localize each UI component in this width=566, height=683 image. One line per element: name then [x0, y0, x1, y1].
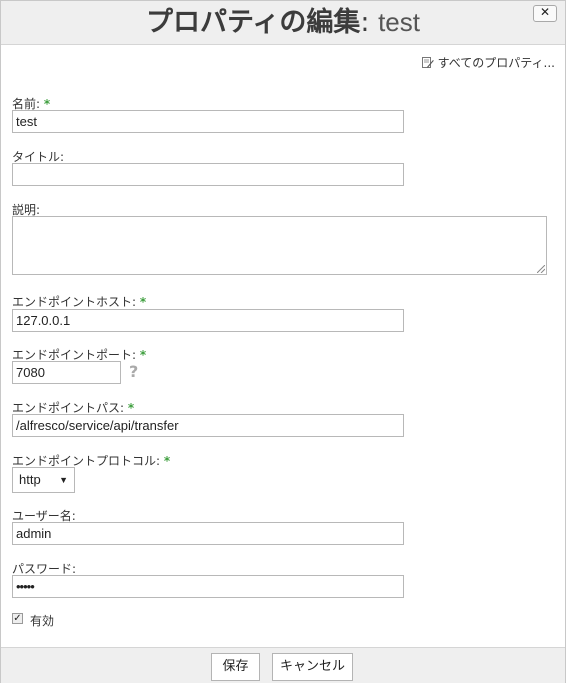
dialog-title-colon: : [360, 7, 379, 38]
resize-grip-icon[interactable] [537, 265, 545, 273]
dropdown-arrow-icon: ▼ [59, 475, 68, 485]
endpoint-protocol-select[interactable]: http ▼ [12, 467, 75, 493]
endpoint-host-label-text: エンドポイントホスト: [12, 295, 137, 309]
enabled-checkbox[interactable]: ✓ [12, 613, 23, 624]
endpoint-protocol-label-text: エンドポイントプロトコル: [12, 454, 161, 468]
required-marker: * [127, 401, 135, 415]
description-textarea[interactable] [12, 216, 547, 275]
name-label-text: 名前: [12, 97, 41, 111]
endpoint-host-input[interactable]: 127.0.0.1 [12, 309, 404, 332]
endpoint-path-label-text: エンドポイントパス: [12, 401, 125, 415]
dialog-header: プロパティの編集: test ✕ [1, 1, 565, 45]
required-marker: * [139, 348, 147, 362]
username-input[interactable]: admin [12, 522, 404, 545]
dialog-footer: 保存 キャンセル [1, 647, 565, 683]
dialog-title-main: プロパティの編集 [146, 7, 361, 38]
password-input[interactable]: ••••• [12, 575, 404, 598]
required-marker: * [139, 295, 147, 309]
close-button[interactable]: ✕ [533, 5, 557, 22]
save-button[interactable]: 保存 [211, 653, 260, 681]
required-marker: * [43, 97, 51, 111]
dialog-title-name: test [378, 7, 420, 37]
all-properties-label: すべてのプロパティ... [437, 56, 555, 70]
title-input[interactable] [12, 163, 404, 186]
edit-properties-dialog: プロパティの編集: test ✕ すべてのプロパティ... 名前: * test… [0, 0, 566, 683]
endpoint-host-label: エンドポイントホスト: * [12, 293, 146, 310]
edit-icon [421, 57, 434, 68]
cancel-button[interactable]: キャンセル [272, 653, 353, 681]
help-icon[interactable]: ? [129, 362, 138, 381]
dialog-title: プロパティの編集: test [146, 5, 420, 40]
endpoint-protocol-value: http [19, 472, 41, 487]
endpoint-port-input[interactable]: 7080 [12, 361, 121, 384]
endpoint-port-label-text: エンドポイントポート: [12, 348, 137, 362]
all-properties-link[interactable]: すべてのプロパティ... [421, 54, 555, 71]
endpoint-path-input[interactable]: /alfresco/service/api/transfer [12, 414, 404, 437]
name-input[interactable]: test [12, 110, 404, 133]
required-marker: * [163, 454, 171, 468]
enabled-label: 有効 [30, 614, 55, 628]
